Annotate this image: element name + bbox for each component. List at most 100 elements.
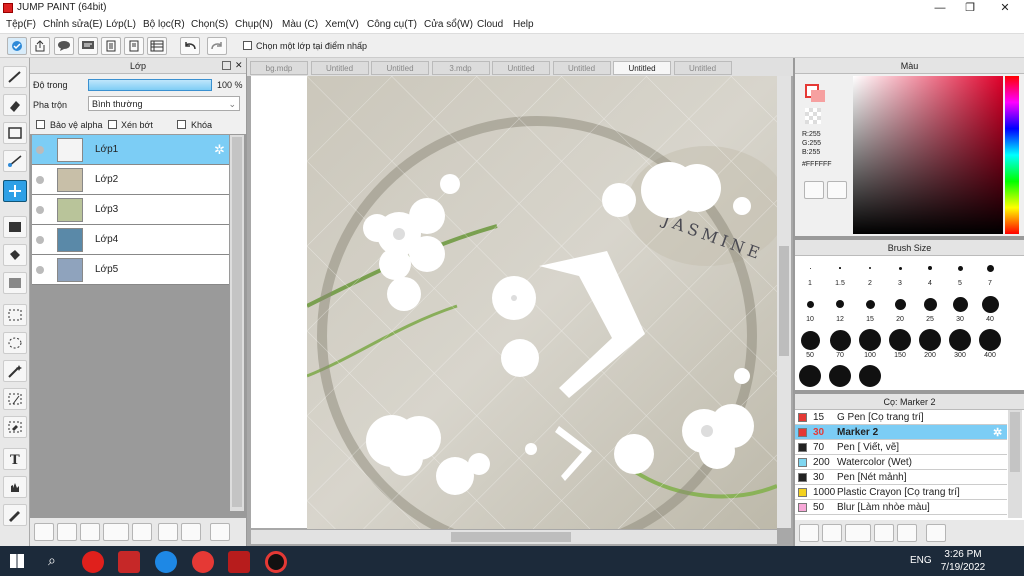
brush-size-dot[interactable] — [829, 329, 851, 351]
new-layer-1bit-icon[interactable] — [80, 523, 100, 541]
brush-settings-icon[interactable] — [799, 524, 819, 542]
brush-size-dot[interactable] — [829, 365, 851, 387]
document-tab[interactable]: Untitled — [492, 61, 550, 75]
brush-size-dot[interactable] — [859, 329, 881, 351]
lasso-tool-icon[interactable] — [3, 332, 27, 354]
duplicate-layer-icon[interactable] — [158, 523, 178, 541]
document-tab[interactable]: bg.mdp — [250, 61, 308, 75]
protect-alpha-checkbox[interactable] — [36, 120, 45, 129]
trash-icon[interactable] — [210, 523, 230, 541]
brush-size-dot[interactable] — [836, 300, 844, 308]
maximize-button[interactable]: ❐ — [955, 0, 985, 16]
menu-color[interactable]: Màu (C) — [282, 19, 318, 30]
menu-help[interactable]: Help — [513, 19, 534, 30]
brush-size-dot[interactable] — [799, 365, 821, 387]
brush-size-dot[interactable] — [839, 267, 841, 269]
canvas-vscrollbar[interactable] — [777, 76, 791, 528]
brush-size-dot[interactable] — [957, 265, 963, 271]
document-tab[interactable]: Untitled — [613, 61, 671, 75]
palette-icon[interactable] — [804, 181, 824, 199]
export-icon[interactable] — [30, 37, 50, 55]
add-brush-icon[interactable] — [822, 524, 842, 542]
brush-size-dot[interactable] — [981, 295, 999, 313]
search-icon[interactable]: ⌕ — [48, 552, 56, 569]
add-layer-menu-icon[interactable] — [103, 523, 129, 541]
minimize-button[interactable]: — — [925, 0, 955, 16]
menu-layer[interactable]: Lớp(L) — [106, 19, 136, 30]
select-eraser-tool-icon[interactable] — [3, 416, 27, 438]
cloud-check-icon[interactable] — [7, 37, 27, 55]
clip-checkbox[interactable] — [108, 120, 117, 129]
app-icon-red[interactable] — [118, 551, 140, 573]
visibility-icon[interactable] — [36, 146, 44, 154]
brush-item[interactable]: 30 Marker 2 ✲ — [795, 425, 1007, 440]
brush-tool-icon[interactable] — [3, 66, 27, 88]
bucket-tool-icon[interactable] — [3, 244, 27, 266]
brush-size-dot[interactable] — [949, 329, 971, 351]
opacity-slider[interactable] — [88, 79, 212, 91]
layer-row[interactable]: Lớp4 — [32, 225, 229, 255]
menu-edit[interactable]: Chỉnh sửa(E) — [43, 19, 103, 30]
layer-row[interactable]: Lớp1 ✲ — [32, 135, 229, 165]
gradient-tool-icon[interactable] — [3, 272, 27, 294]
canvas-hscrollbar[interactable] — [251, 530, 777, 544]
brush-size-dot[interactable] — [928, 266, 932, 270]
visibility-icon[interactable] — [36, 266, 44, 274]
menu-view[interactable]: Xem(V) — [325, 19, 359, 30]
visibility-icon[interactable] — [36, 236, 44, 244]
close-button[interactable]: ✕ — [990, 0, 1020, 16]
document-tab[interactable]: Untitled — [552, 61, 611, 75]
hue-slider[interactable] — [1005, 76, 1019, 234]
rectangle-tool-icon[interactable] — [3, 122, 27, 144]
lock-checkbox[interactable] — [177, 120, 186, 129]
fill-rect-tool-icon[interactable] — [3, 216, 27, 238]
page-icon[interactable] — [101, 37, 121, 55]
comment-icon[interactable] — [78, 37, 98, 55]
hand-tool-icon[interactable] — [3, 476, 27, 498]
speech-bubble-icon[interactable] — [54, 37, 74, 55]
gear-icon[interactable]: ✲ — [214, 142, 225, 158]
undo-button[interactable] — [180, 37, 200, 55]
redo-button[interactable] — [207, 37, 227, 55]
document-tab[interactable]: 3.mdp — [431, 61, 490, 75]
brush-item[interactable]: 50 Blur [Làm nhòe màu] — [795, 500, 1007, 515]
opera-gx-icon[interactable] — [192, 551, 214, 573]
select-pen-tool-icon[interactable] — [3, 388, 27, 410]
brush-size-dot[interactable] — [889, 329, 911, 351]
grid-list-icon[interactable] — [147, 37, 167, 55]
saturation-value-picker[interactable] — [853, 76, 1003, 234]
brush-scrollbar[interactable] — [1008, 410, 1022, 518]
brush-size-dot[interactable] — [979, 329, 1001, 351]
brush-size-dot[interactable] — [894, 298, 906, 310]
new-layer-8bit-icon[interactable] — [57, 523, 77, 541]
brush-item[interactable]: 1000 Plastic Crayon [Cọ trang trí] — [795, 485, 1007, 500]
brush-menu-icon[interactable] — [845, 524, 871, 542]
secondary-color-swatch[interactable] — [811, 90, 825, 102]
brush-size-dot[interactable] — [923, 297, 937, 311]
menu-cloud[interactable]: Cloud — [477, 19, 503, 30]
magic-wand-tool-icon[interactable] — [3, 360, 27, 382]
brush-trash-icon[interactable] — [926, 524, 946, 542]
brush-size-dot[interactable] — [800, 330, 820, 350]
merge-layer-icon[interactable] — [181, 523, 201, 541]
brush-item[interactable]: 70 Pen [ Viết, vẽ] — [795, 440, 1007, 455]
brush-item[interactable]: 15 G Pen [Cọ trang trí] — [795, 410, 1007, 425]
visibility-icon[interactable] — [36, 176, 44, 184]
document-tab[interactable]: Untitled — [310, 61, 369, 75]
brush-size-dot[interactable] — [869, 267, 871, 269]
line-tool-icon[interactable] — [3, 150, 27, 172]
layer-row[interactable]: Lớp2 — [32, 165, 229, 195]
menu-snap[interactable]: Chụp(N) — [235, 19, 273, 30]
brush-size-dot[interactable] — [865, 299, 875, 309]
canvas-artwork[interactable]: JASMINE — [307, 76, 777, 529]
brush-item[interactable]: 200 Watercolor (Wet) — [795, 455, 1007, 470]
panel-close-icon[interactable]: ✕ — [235, 60, 243, 71]
brush-size-dot[interactable] — [809, 267, 811, 269]
document-tab[interactable]: Untitled — [673, 61, 732, 75]
blend-select[interactable]: Bình thường ⌄ — [88, 96, 240, 111]
menu-filter[interactable]: Bộ lọc(R) — [143, 19, 185, 30]
language-indicator[interactable]: ENG — [910, 555, 932, 566]
brush-item[interactable]: 30 Pen [Nét mảnh] — [795, 470, 1007, 485]
folder-icon[interactable] — [132, 523, 152, 541]
brush-size-dot[interactable] — [806, 300, 814, 308]
